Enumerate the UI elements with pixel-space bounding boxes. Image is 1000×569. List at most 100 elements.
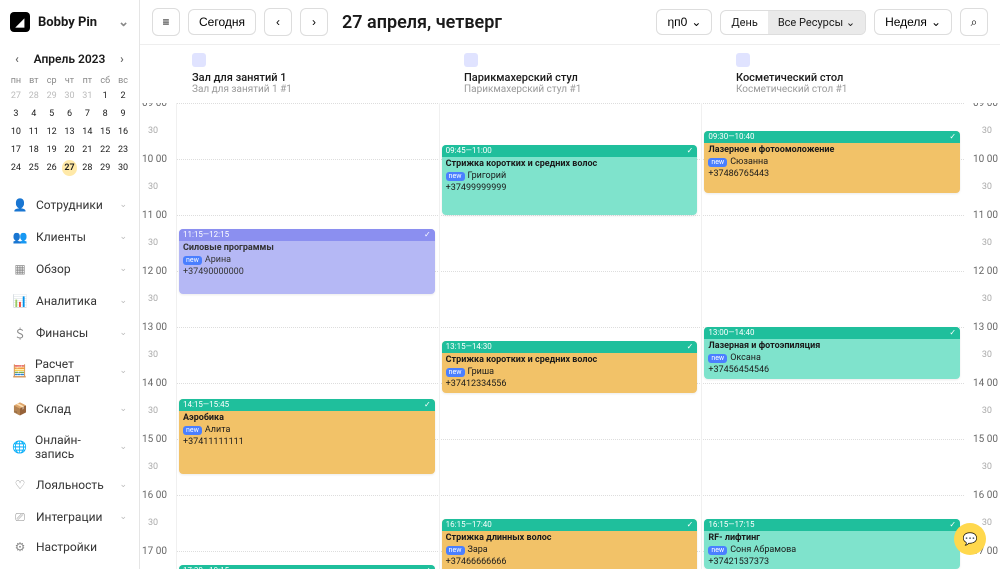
sidebar-item-globe[interactable]: 🌐Онлайн-запись⌄ <box>8 426 131 468</box>
event-title: Стрижка коротких и средних волос <box>446 355 694 367</box>
minical-day[interactable]: 30 <box>62 88 78 104</box>
sidebar-item-calc[interactable]: 🧮Расчет зарплат⌄ <box>8 350 131 392</box>
calendar-event[interactable]: 11:15—12:15✓Силовые программыnewАрина+37… <box>179 229 435 294</box>
sidebar-item-money[interactable]: ＄Финансы⌄ <box>8 318 131 348</box>
brand[interactable]: ◢ Bobby Pin ⌄ <box>8 8 131 44</box>
sidebar-item-users[interactable]: 👤Сотрудники⌄ <box>8 190 131 220</box>
minical-day[interactable]: 19 <box>44 142 60 158</box>
half-label: 30 <box>982 350 992 360</box>
minical-day[interactable]: 24 <box>8 160 24 176</box>
resource-icon <box>736 53 750 67</box>
sidebar-item-people[interactable]: 👥Клиенты⌄ <box>8 222 131 252</box>
minical-day[interactable]: 28 <box>79 160 95 176</box>
minical-day[interactable]: 5 <box>44 106 60 122</box>
chevron-down-icon: ⌄ <box>119 264 127 274</box>
minical-day[interactable]: 17 <box>8 142 24 158</box>
menu-button[interactable]: ≡ <box>152 8 180 36</box>
minical-day[interactable]: 6 <box>62 106 78 122</box>
event-title: RF- лифтинг <box>708 533 956 545</box>
week-dropdown[interactable]: Неделя ⌄ <box>874 9 952 35</box>
calendar-event[interactable]: 13:15—14:30✓Стрижка коротких и средних в… <box>442 341 698 393</box>
resource-header[interactable]: Парикмахерский стулПарикмахерский стул #… <box>456 53 728 95</box>
new-badge: new <box>708 354 727 363</box>
chevron-down-icon: ⌄ <box>119 512 127 522</box>
sidebar-item-heart[interactable]: ♡Лояльность⌄ <box>8 470 131 500</box>
filter-dropdown[interactable]: ηп0 ⌄ <box>656 9 712 35</box>
minical-day[interactable]: 20 <box>62 142 78 158</box>
hour-label: 15 00 <box>973 434 998 445</box>
sidebar-item-label: Аналитика <box>36 294 97 308</box>
minical-day[interactable]: 29 <box>97 160 113 176</box>
minical-day[interactable]: 18 <box>26 142 42 158</box>
minical-day[interactable]: 27 <box>62 160 78 176</box>
calendar-event[interactable]: 14:15—15:45✓АэробикаnewАлита+37411111111 <box>179 399 435 474</box>
schedule-column[interactable]: 11:15—12:15✓Силовые программыnewАрина+37… <box>176 103 439 569</box>
sidebar-item-chart[interactable]: 📊Аналитика⌄ <box>8 286 131 316</box>
minical-month: Апрель 2023 <box>34 52 106 66</box>
event-title: Силовые программы <box>183 243 431 255</box>
minical-day[interactable]: 12 <box>44 124 60 140</box>
minical-day[interactable]: 16 <box>115 124 131 140</box>
sidebar-item-grid[interactable]: ▦Обзор⌄ <box>8 254 131 284</box>
minical-day[interactable]: 25 <box>26 160 42 176</box>
page-title: 27 апреля, четверг <box>342 12 502 33</box>
minical-next[interactable]: › <box>113 50 131 68</box>
new-badge: new <box>446 172 465 181</box>
event-phone: +37490000000 <box>183 267 431 279</box>
calendar-event[interactable]: 09:30—10:40✓Лазерное и фотоомоложениеnew… <box>704 131 960 193</box>
minical-day[interactable]: 8 <box>97 106 113 122</box>
resource-title: Зал для занятий 1 <box>192 71 448 84</box>
half-label: 30 <box>982 462 992 472</box>
minical-day[interactable]: 30 <box>115 160 131 176</box>
minical-day[interactable]: 1 <box>97 88 113 104</box>
minical-day[interactable]: 14 <box>79 124 95 140</box>
minical-day[interactable]: 2 <box>115 88 131 104</box>
minical-day[interactable]: 29 <box>44 88 60 104</box>
calendar-event[interactable]: 16:15—17:40✓Стрижка длинных волосnewЗара… <box>442 519 698 569</box>
prev-day-button[interactable]: ‹ <box>264 8 292 36</box>
event-title: Стрижка коротких и средних волос <box>446 159 694 171</box>
minical-day[interactable]: 4 <box>26 106 42 122</box>
schedule-column[interactable]: 09:30—10:40✓Лазерное и фотоомоложениеnew… <box>701 103 964 569</box>
resource-header[interactable]: Косметический столКосметический стол #1 <box>728 53 1000 95</box>
half-label: 30 <box>982 518 992 528</box>
schedule-column[interactable]: 09:45—11:00✓Стрижка коротких и средних в… <box>439 103 702 569</box>
nav-settings[interactable]: ⚙ Настройки <box>8 532 131 562</box>
nav-settings-label: Настройки <box>36 540 97 554</box>
new-badge: new <box>708 158 727 167</box>
next-day-button[interactable]: › <box>300 8 328 36</box>
minical-day[interactable]: 7 <box>79 106 95 122</box>
minical-day[interactable]: 9 <box>115 106 131 122</box>
minical-day[interactable]: 31 <box>79 88 95 104</box>
sidebar-item-plug[interactable]: ⎚Интеграции⌄ <box>8 502 131 532</box>
minical-day[interactable]: 3 <box>8 106 24 122</box>
minical-day[interactable]: 26 <box>44 160 60 176</box>
calendar-event[interactable]: 17:30—19:15✓Оздоровительный фитнесnewГал… <box>179 565 435 569</box>
chevron-down-icon: ⌄ <box>119 404 127 414</box>
calendar-event[interactable]: 16:15—17:15✓RF- лифтингnewСоня Абрамова+… <box>704 519 960 569</box>
calendar-event[interactable]: 13:00—14:40✓Лазерная и фотоэпиляцияnewОк… <box>704 327 960 379</box>
half-label: 30 <box>148 406 158 416</box>
minical-day[interactable]: 11 <box>26 124 42 140</box>
sidebar-item-box[interactable]: 📦Склад⌄ <box>8 394 131 424</box>
today-button[interactable]: Сегодня <box>188 9 256 35</box>
minical-day[interactable]: 15 <box>97 124 113 140</box>
hour-label: 09 00 <box>973 103 998 109</box>
minical-day[interactable]: 22 <box>97 142 113 158</box>
minical-prev[interactable]: ‹ <box>8 50 26 68</box>
intercom-launcher[interactable]: 💬 <box>954 523 986 555</box>
minical-day[interactable]: 13 <box>62 124 78 140</box>
resource-header[interactable]: Зал для занятий 1Зал для занятий 1 #1 <box>184 53 456 95</box>
seg-day[interactable]: День <box>721 11 767 34</box>
calendar-event[interactable]: 09:45—11:00✓Стрижка коротких и средних в… <box>442 145 698 215</box>
minical-day[interactable]: 28 <box>26 88 42 104</box>
search-button[interactable]: ⌕ <box>960 8 988 36</box>
minical-day[interactable]: 21 <box>79 142 95 158</box>
minical-day[interactable]: 10 <box>8 124 24 140</box>
seg-all-resources[interactable]: Все Ресурсы ⌄ <box>768 11 865 34</box>
new-badge: new <box>446 546 465 555</box>
event-time: 11:15—12:15 <box>183 230 229 240</box>
minical-day[interactable]: 23 <box>115 142 131 158</box>
minical-day[interactable]: 27 <box>8 88 24 104</box>
chevron-down-icon: ⌄ <box>119 366 127 376</box>
